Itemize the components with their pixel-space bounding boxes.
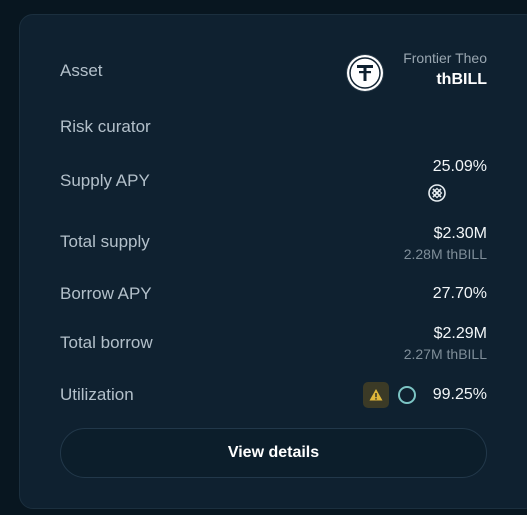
borrow-apy-label: Borrow APY xyxy=(60,284,152,303)
total-supply-label: Total supply xyxy=(60,232,150,251)
rewards-icon[interactable] xyxy=(427,183,447,203)
total-borrow-sub: 2.27M thBILL xyxy=(403,346,487,362)
total-borrow-value: $2.29M xyxy=(433,325,487,342)
warning-icon[interactable] xyxy=(363,382,389,408)
total-supply-value: $2.30M xyxy=(433,225,487,242)
utilization-value: 99.25% xyxy=(432,386,487,403)
market-card: Asset Frontier Theo thBILL Risk curator … xyxy=(19,14,527,509)
supply-apy-value: 25.09% xyxy=(432,158,487,175)
tether-icon xyxy=(347,55,383,91)
risk-curator-row: Risk curator xyxy=(60,117,487,141)
total-borrow-label: Total borrow xyxy=(60,333,153,352)
total-borrow-row: Total borrow $2.29M 2.27M thBILL xyxy=(60,324,487,364)
asset-issuer: Frontier Theo xyxy=(403,50,487,66)
utilization-row: Utilization 99.25% xyxy=(60,382,487,408)
asset-label: Asset xyxy=(60,61,103,80)
total-supply-row: Total supply $2.30M 2.28M thBILL xyxy=(60,224,487,264)
total-supply-sub: 2.28M thBILL xyxy=(403,246,487,262)
asset-row: Asset Frontier Theo thBILL xyxy=(60,50,487,95)
asset-symbol: thBILL xyxy=(436,71,487,88)
borrow-apy-value: 27.70% xyxy=(432,285,487,302)
borrow-apy-row: Borrow APY 27.70% xyxy=(60,283,487,307)
risk-curator-label: Risk curator xyxy=(60,117,151,136)
view-details-button[interactable]: View details xyxy=(60,428,487,478)
utilization-label: Utilization xyxy=(60,385,134,404)
supply-apy-label: Supply APY xyxy=(60,171,150,190)
supply-apy-row: Supply APY 25.09% xyxy=(60,157,487,205)
utilization-ring-icon xyxy=(398,386,416,404)
